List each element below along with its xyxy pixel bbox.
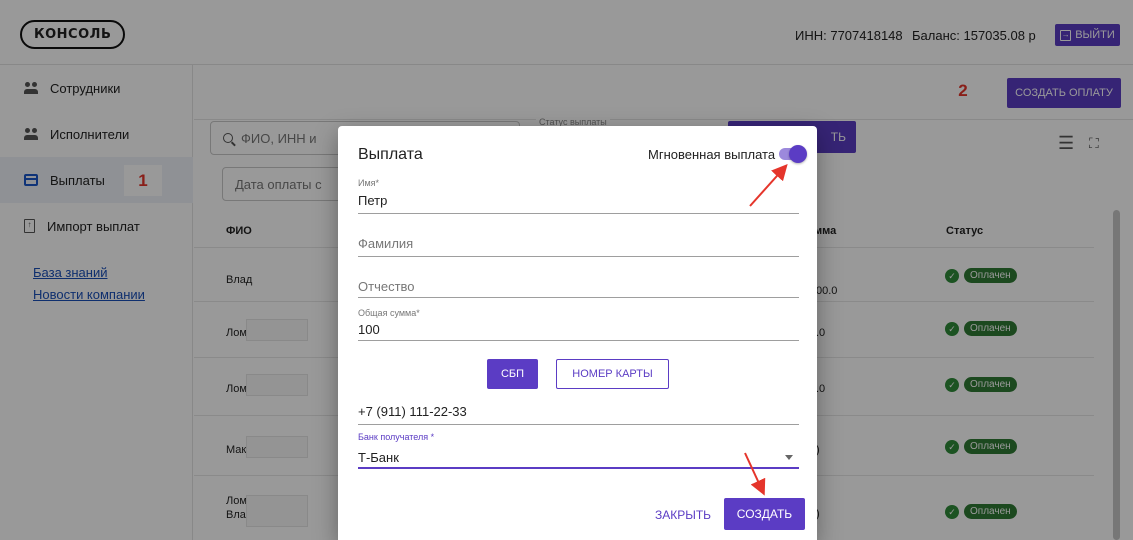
instant-payment-label: Мгновенная выплата	[648, 147, 776, 162]
first-name-label: Имя*	[358, 178, 380, 188]
instant-payment-toggle[interactable]	[779, 145, 807, 163]
dialog-title: Выплата	[358, 146, 423, 163]
phone-value: +7 (911) 111-22-33	[358, 404, 467, 419]
phone-field[interactable]: +7 (911) 111-22-33	[358, 399, 799, 425]
recipient-bank-value: Т-Банк	[358, 450, 399, 465]
recipient-bank-select[interactable]: Банк получателя * Т-Банк	[358, 432, 799, 469]
total-amount-field[interactable]: Общая сумма* 100	[358, 308, 799, 341]
middle-name-placeholder: Отчество	[358, 279, 415, 294]
payment-dialog: Выплата Мгновенная выплата Имя* Петр Фам…	[338, 126, 817, 540]
total-amount-label: Общая сумма*	[358, 308, 420, 318]
last-name-field[interactable]: Фамилия	[358, 226, 799, 257]
toggle-knob	[789, 145, 807, 163]
total-amount-value: 100	[358, 322, 380, 337]
recipient-bank-label: Банк получателя *	[358, 432, 435, 442]
last-name-placeholder: Фамилия	[358, 236, 414, 251]
card-number-button[interactable]: НОМЕР КАРТЫ	[556, 359, 669, 389]
middle-name-field[interactable]: Отчество	[358, 269, 799, 298]
close-button[interactable]: ЗАКРЫТЬ	[648, 503, 718, 527]
first-name-value: Петр	[358, 193, 388, 208]
first-name-field[interactable]: Имя* Петр	[358, 178, 799, 214]
chevron-down-icon	[785, 455, 793, 460]
sbp-button[interactable]: СБП	[487, 359, 538, 389]
create-button[interactable]: СОЗДАТЬ	[724, 498, 805, 530]
